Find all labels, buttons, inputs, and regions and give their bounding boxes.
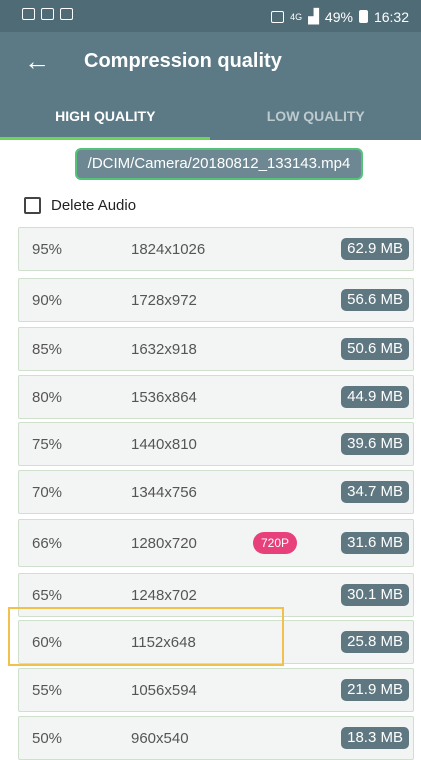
- tab-low-quality[interactable]: LOW QUALITY: [211, 94, 421, 140]
- quality-option-70[interactable]: 70% 1344x756 34.7 MB: [18, 470, 414, 514]
- option-resolution: 1632x918: [131, 341, 197, 358]
- file-path-button[interactable]: /DCIM/Camera/20180812_133143.mp4: [75, 148, 363, 180]
- delete-audio-label: Delete Audio: [51, 197, 136, 214]
- status-bar: 4G ▟ 49% 16:32: [0, 0, 421, 32]
- option-resolution: 1728x972: [131, 292, 197, 309]
- 720p-badge: 720P: [253, 532, 297, 554]
- quality-option-95[interactable]: 95% 1824x1026 62.9 MB: [18, 227, 414, 271]
- quality-option-65[interactable]: 65% 1248x702 30.1 MB: [18, 573, 414, 617]
- option-resolution: 1344x756: [131, 484, 197, 501]
- option-size-badge: 18.3 MB: [341, 727, 409, 749]
- tab-high-quality[interactable]: HIGH QUALITY: [0, 94, 211, 140]
- status-left-icons: [22, 8, 73, 20]
- screen-mirror-icon: [271, 11, 284, 23]
- option-percent: 65%: [32, 587, 62, 604]
- quality-option-60[interactable]: 60% 1152x648 25.8 MB: [18, 620, 414, 664]
- option-percent: 75%: [32, 436, 62, 453]
- option-resolution: 1440x810: [131, 436, 197, 453]
- option-resolution: 960x540: [131, 730, 189, 747]
- option-percent: 66%: [32, 535, 62, 552]
- delete-audio-checkbox[interactable]: [24, 197, 41, 214]
- delete-audio-toggle[interactable]: Delete Audio: [24, 197, 136, 214]
- option-percent: 60%: [32, 634, 62, 651]
- option-size-badge: 21.9 MB: [341, 679, 409, 701]
- option-size-badge: 30.1 MB: [341, 584, 409, 606]
- quality-option-85[interactable]: 85% 1632x918 50.6 MB: [18, 327, 414, 371]
- network-type: 4G: [290, 12, 302, 22]
- option-percent: 70%: [32, 484, 62, 501]
- quality-option-50[interactable]: 50% 960x540 18.3 MB: [18, 716, 414, 760]
- battery-icon: [359, 10, 368, 23]
- option-percent: 50%: [32, 730, 62, 747]
- option-size-badge: 44.9 MB: [341, 386, 409, 408]
- option-resolution: 1152x648: [131, 634, 196, 651]
- quality-option-66[interactable]: 66% 1280x720 720P 31.6 MB: [18, 519, 414, 567]
- tab-indicator: [0, 137, 210, 140]
- quality-option-75[interactable]: 75% 1440x810 39.6 MB: [18, 422, 414, 466]
- quality-option-55[interactable]: 55% 1056x594 21.9 MB: [18, 668, 414, 712]
- option-percent: 90%: [32, 292, 62, 309]
- tab-bar: HIGH QUALITY LOW QUALITY: [0, 94, 421, 140]
- option-size-badge: 56.6 MB: [341, 289, 409, 311]
- option-size-badge: 50.6 MB: [341, 338, 409, 360]
- apps-icon: [60, 8, 73, 20]
- option-percent: 80%: [32, 389, 62, 406]
- status-right-icons: 4G ▟ 49% 16:32: [271, 8, 409, 25]
- option-size-badge: 25.8 MB: [341, 631, 409, 653]
- option-percent: 85%: [32, 341, 62, 358]
- back-arrow-icon[interactable]: ←: [24, 46, 50, 76]
- status-time: 16:32: [374, 9, 409, 25]
- toolbar: ← Compression quality: [0, 32, 421, 94]
- option-resolution: 1824x1026: [131, 241, 205, 258]
- option-size-badge: 62.9 MB: [341, 238, 409, 260]
- option-size-badge: 39.6 MB: [341, 433, 409, 455]
- option-resolution: 1248x702: [131, 587, 197, 604]
- option-resolution: 1056x594: [131, 682, 197, 699]
- option-resolution: 1536x864: [131, 389, 197, 406]
- battery-percent: 49%: [325, 9, 353, 25]
- quality-option-80[interactable]: 80% 1536x864 44.9 MB: [18, 375, 414, 419]
- option-percent: 55%: [32, 682, 62, 699]
- option-size-badge: 31.6 MB: [341, 532, 409, 554]
- page-title: Compression quality: [84, 50, 282, 73]
- signal-icon: ▟: [308, 8, 319, 25]
- option-percent: 95%: [32, 241, 62, 258]
- quality-option-90[interactable]: 90% 1728x972 56.6 MB: [18, 278, 414, 322]
- gallery-icon: [41, 8, 54, 20]
- option-size-badge: 34.7 MB: [341, 481, 409, 503]
- option-resolution: 1280x720: [131, 535, 197, 552]
- cast-icon: [22, 8, 35, 20]
